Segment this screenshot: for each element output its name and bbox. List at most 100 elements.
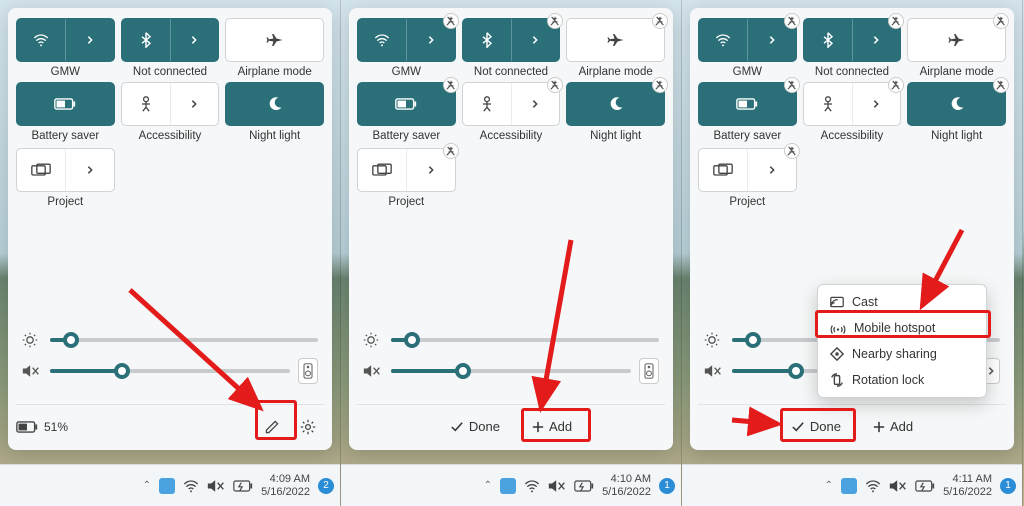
add-button[interactable]: Add xyxy=(524,415,580,438)
taskbar-time: 4:10 AM xyxy=(611,473,651,486)
notification-badge[interactable]: 1 xyxy=(1000,478,1016,494)
unpin-icon[interactable] xyxy=(547,77,563,93)
quick-settings-panel: GMW Not connected Airplane mode Battery … xyxy=(8,8,332,450)
notification-badge[interactable]: 2 xyxy=(318,478,334,494)
tray-battery-icon[interactable] xyxy=(574,480,594,492)
tray-wifi-icon[interactable] xyxy=(524,479,540,493)
brightness-slider-row xyxy=(363,332,659,348)
panel-footer: Done Add xyxy=(357,404,665,442)
tile-accessibility: Accessibility xyxy=(803,82,902,142)
tray-volume-icon[interactable] xyxy=(207,479,225,493)
volume-slider[interactable] xyxy=(50,369,290,373)
menu-item-mobile-hotspot[interactable]: Mobile hotspot xyxy=(822,315,982,341)
night-light-label: Night light xyxy=(249,130,300,142)
tile-battery-saver: Battery saver xyxy=(16,82,115,142)
battery-status[interactable]: 51% xyxy=(16,420,68,434)
settings-button[interactable] xyxy=(292,413,324,441)
audio-output-button[interactable] xyxy=(639,358,659,384)
wifi-expand[interactable] xyxy=(66,19,114,61)
unpin-icon[interactable] xyxy=(784,143,800,159)
unpin-icon[interactable] xyxy=(652,13,668,29)
tray-volume-icon[interactable] xyxy=(548,479,566,493)
tray-chevron-icon[interactable]: ⌃ xyxy=(825,480,833,491)
system-tray[interactable]: ⌃ 4:11 AM 5/16/2022 1 xyxy=(825,473,1016,498)
bluetooth-toggle[interactable] xyxy=(462,18,561,62)
accessibility-toggle[interactable] xyxy=(121,82,220,126)
project-label: Project xyxy=(388,196,424,208)
tile-bluetooth: Not connected xyxy=(462,18,561,78)
tray-chevron-icon[interactable]: ⌃ xyxy=(143,480,151,491)
battery-saver-toggle[interactable] xyxy=(698,82,797,126)
add-label: Add xyxy=(549,419,572,434)
unpin-icon[interactable] xyxy=(443,77,459,93)
brightness-slider[interactable] xyxy=(50,338,318,342)
tray-app-icon[interactable] xyxy=(841,478,857,494)
brightness-slider-row xyxy=(22,332,318,348)
brightness-icon xyxy=(363,332,383,348)
wifi-toggle[interactable] xyxy=(357,18,456,62)
tile-grid: GMW Not connected Airplane mode Battery … xyxy=(16,18,324,142)
taskbar-clock[interactable]: 4:10 AM 5/16/2022 xyxy=(602,473,651,498)
wifi-toggle[interactable] xyxy=(16,18,115,62)
unpin-icon[interactable] xyxy=(888,13,904,29)
tray-chevron-icon[interactable]: ⌃ xyxy=(484,480,492,491)
audio-output-button[interactable] xyxy=(298,358,318,384)
airplane-toggle[interactable] xyxy=(566,18,665,62)
battery-saver-toggle[interactable] xyxy=(357,82,456,126)
wifi-toggle[interactable] xyxy=(698,18,797,62)
tray-wifi-icon[interactable] xyxy=(183,479,199,493)
unpin-icon[interactable] xyxy=(993,77,1009,93)
accessibility-toggle[interactable] xyxy=(803,82,902,126)
accessibility-label: Accessibility xyxy=(480,130,543,142)
add-button[interactable]: Add xyxy=(865,415,921,438)
unpin-icon[interactable] xyxy=(993,13,1009,29)
unpin-icon[interactable] xyxy=(443,143,459,159)
done-label: Done xyxy=(810,419,841,434)
tray-battery-icon[interactable] xyxy=(233,480,253,492)
system-tray[interactable]: ⌃ 4:10 AM 5/16/2022 1 xyxy=(484,473,675,498)
done-button[interactable]: Done xyxy=(783,415,849,438)
bluetooth-toggle[interactable] xyxy=(121,18,220,62)
unpin-icon[interactable] xyxy=(443,13,459,29)
tray-volume-icon[interactable] xyxy=(889,479,907,493)
system-tray[interactable]: ⌃ 4:09 AM 5/16/2022 2 xyxy=(143,473,334,498)
accessibility-expand[interactable] xyxy=(171,83,219,125)
menu-item-nearby-sharing[interactable]: Nearby sharing xyxy=(822,341,982,367)
unpin-icon[interactable] xyxy=(784,77,800,93)
taskbar-clock[interactable]: 4:11 AM 5/16/2022 xyxy=(943,473,992,498)
menu-item-rotation-lock[interactable]: Rotation lock xyxy=(822,367,982,393)
tile-bluetooth: Not connected xyxy=(121,18,220,78)
battery-saver-label: Battery saver xyxy=(372,130,440,142)
bluetooth-expand[interactable] xyxy=(171,19,219,61)
edit-button[interactable] xyxy=(256,413,288,441)
night-light-toggle[interactable] xyxy=(907,82,1006,126)
accessibility-toggle[interactable] xyxy=(462,82,561,126)
project-expand[interactable] xyxy=(66,149,114,191)
unpin-icon[interactable] xyxy=(547,13,563,29)
project-toggle[interactable] xyxy=(698,148,797,192)
taskbar-clock[interactable]: 4:09 AM 5/16/2022 xyxy=(261,473,310,498)
airplane-toggle[interactable] xyxy=(225,18,324,62)
project-toggle[interactable] xyxy=(357,148,456,192)
volume-slider[interactable] xyxy=(391,369,631,373)
battery-saver-label: Battery saver xyxy=(713,130,781,142)
night-light-toggle[interactable] xyxy=(566,82,665,126)
airplane-toggle[interactable] xyxy=(907,18,1006,62)
menu-item-cast[interactable]: Cast xyxy=(822,289,982,315)
project-toggle[interactable] xyxy=(16,148,115,192)
tray-app-icon[interactable] xyxy=(159,478,175,494)
unpin-icon[interactable] xyxy=(888,77,904,93)
battery-saver-toggle[interactable] xyxy=(16,82,115,126)
tray-app-icon[interactable] xyxy=(500,478,516,494)
tile-night-light: Night light xyxy=(907,82,1006,142)
notification-badge[interactable]: 1 xyxy=(659,478,675,494)
unpin-icon[interactable] xyxy=(784,13,800,29)
bluetooth-toggle[interactable] xyxy=(803,18,902,62)
tray-battery-icon[interactable] xyxy=(915,480,935,492)
tray-wifi-icon[interactable] xyxy=(865,479,881,493)
airplane-label: Airplane mode xyxy=(579,66,653,78)
unpin-icon[interactable] xyxy=(652,77,668,93)
done-button[interactable]: Done xyxy=(442,415,508,438)
night-light-toggle[interactable] xyxy=(225,82,324,126)
brightness-slider[interactable] xyxy=(391,338,659,342)
